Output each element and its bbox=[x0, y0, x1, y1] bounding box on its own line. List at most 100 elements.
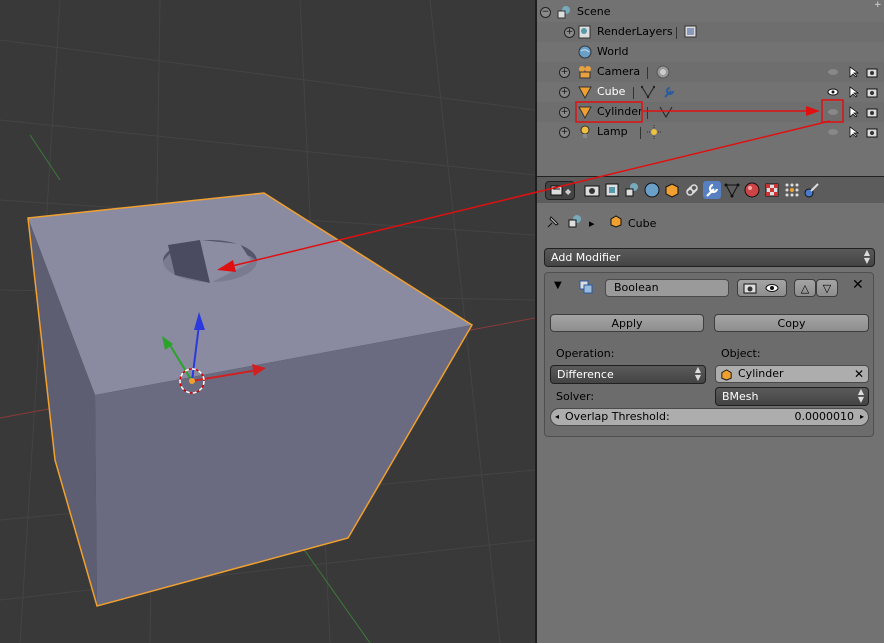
viewport-scene bbox=[0, 0, 535, 643]
outliner-label: Cylinder bbox=[597, 105, 643, 118]
expand-toggle[interactable]: + bbox=[559, 67, 570, 78]
svg-text:◆: ◆ bbox=[565, 187, 572, 196]
physics-tab-icon[interactable] bbox=[803, 181, 821, 199]
selectable-arrow-icon[interactable] bbox=[848, 126, 860, 138]
clear-object-x-icon[interactable]: ✕ bbox=[854, 366, 864, 382]
overlap-value: 0.0000010 bbox=[794, 410, 855, 423]
operation-value: Difference bbox=[557, 368, 614, 381]
operation-label: Operation: bbox=[556, 347, 615, 360]
render-layers-icon bbox=[578, 25, 591, 39]
copy-button[interactable]: Copy bbox=[714, 314, 869, 332]
outliner-row-cube[interactable]: + Cube bbox=[537, 82, 884, 102]
expand-toggle[interactable]: − bbox=[540, 7, 551, 18]
object-label: Object: bbox=[721, 347, 761, 360]
render-layers-tab-icon[interactable] bbox=[603, 181, 621, 199]
mesh-data-icon bbox=[659, 106, 673, 118]
area-corner-icon[interactable]: + bbox=[874, 0, 884, 10]
renderable-camera-icon[interactable] bbox=[866, 86, 878, 98]
texture-tab-icon[interactable] bbox=[763, 181, 781, 199]
render-tab-icon[interactable] bbox=[583, 181, 601, 199]
cube-mesh[interactable] bbox=[27, 192, 474, 607]
select-arrows-icon: ▲ ▼ bbox=[857, 387, 864, 404]
lamp-object-icon bbox=[580, 125, 590, 138]
expand-toggle[interactable]: + bbox=[559, 127, 570, 138]
move-down-button[interactable]: ▽ bbox=[816, 279, 838, 297]
operation-select[interactable]: Difference ▲ ▼ bbox=[550, 365, 706, 384]
outliner-row-scene[interactable]: − Scene bbox=[537, 2, 884, 22]
mesh-data-icon bbox=[641, 85, 655, 99]
modifier-name-input[interactable]: Boolean bbox=[605, 279, 729, 297]
outliner-label: Scene bbox=[577, 5, 611, 18]
modifier-display-toggles bbox=[737, 279, 787, 297]
visibility-eye-icon[interactable] bbox=[827, 106, 839, 118]
object-breadcrumb-icon bbox=[610, 215, 622, 228]
solver-select[interactable]: BMesh ▲ ▼ bbox=[715, 387, 869, 406]
properties-editor[interactable]: ▸ Cube Add Modifier ▲ ▼ ▼ Boolean △ ▽ ✕ A… bbox=[537, 203, 884, 643]
solver-value: BMesh bbox=[722, 390, 759, 403]
visibility-eye-icon[interactable] bbox=[827, 86, 839, 98]
add-modifier-label: Add Modifier bbox=[551, 251, 621, 264]
decrement-arrow-icon[interactable]: ◂ bbox=[555, 409, 559, 425]
viewport-toggle-eye-icon[interactable] bbox=[764, 281, 780, 295]
menu-arrows-icon: ▲ ▼ bbox=[863, 248, 870, 265]
renderable-camera-icon[interactable] bbox=[866, 66, 878, 78]
solver-label: Solver: bbox=[556, 390, 595, 403]
scene-tab-icon[interactable] bbox=[623, 181, 641, 199]
editor-type-menu[interactable]: ◆ bbox=[545, 181, 575, 200]
overlap-threshold-field[interactable]: ◂ Overlap Threshold: 0.0000010 ▸ bbox=[550, 408, 869, 426]
up-arrow-icon: △ bbox=[800, 282, 810, 295]
3d-viewport[interactable] bbox=[0, 0, 535, 643]
camera-data-icon bbox=[656, 65, 670, 79]
boolean-modifier-panel: ▼ Boolean △ ▽ ✕ Apply Copy Operation: Ob… bbox=[544, 272, 874, 437]
outliner-label: Cube bbox=[597, 85, 626, 98]
object-tab-icon[interactable] bbox=[663, 181, 681, 199]
properties-header: ◆ bbox=[537, 176, 884, 204]
collapse-triangle-icon[interactable]: ▼ bbox=[554, 280, 562, 291]
object-field[interactable]: Cylinder ✕ bbox=[715, 365, 869, 383]
selectable-arrow-icon[interactable] bbox=[848, 86, 860, 98]
boolean-modifier-icon bbox=[579, 280, 593, 294]
add-modifier-menu[interactable]: Add Modifier ▲ ▼ bbox=[544, 248, 875, 267]
scene-breadcrumb-icon bbox=[568, 215, 581, 228]
visibility-eye-icon[interactable] bbox=[827, 66, 839, 78]
expand-toggle[interactable]: + bbox=[564, 27, 575, 38]
outliner-label: Camera bbox=[597, 65, 641, 78]
outliner-row-cylinder[interactable]: + Cylinder bbox=[537, 102, 884, 122]
y-axis-line-far bbox=[29, 134, 61, 181]
lamp-data-icon bbox=[647, 125, 661, 139]
modifiers-tab-icon[interactable] bbox=[703, 181, 721, 199]
expand-toggle[interactable]: + bbox=[559, 87, 570, 98]
move-up-button[interactable]: △ bbox=[794, 279, 816, 297]
selectable-arrow-icon[interactable] bbox=[848, 106, 860, 118]
data-tab-icon[interactable] bbox=[723, 181, 741, 199]
remove-modifier-close-icon[interactable]: ✕ bbox=[852, 277, 864, 293]
material-tab-icon[interactable] bbox=[743, 181, 761, 199]
renderable-camera-icon[interactable] bbox=[866, 106, 878, 118]
constraints-tab-icon[interactable] bbox=[683, 181, 701, 199]
down-arrow-icon: ▽ bbox=[822, 282, 832, 295]
particles-tab-icon[interactable] bbox=[783, 181, 801, 199]
selectable-arrow-icon[interactable] bbox=[848, 66, 860, 78]
world-tab-icon[interactable] bbox=[643, 181, 661, 199]
outliner-row-renderlayers[interactable]: + RenderLayers bbox=[537, 22, 884, 42]
outliner-label: World bbox=[597, 45, 629, 58]
world-icon bbox=[578, 45, 592, 59]
render-layer-icon bbox=[684, 25, 697, 38]
increment-arrow-icon[interactable]: ▸ bbox=[860, 409, 864, 425]
render-toggle-camera-icon[interactable] bbox=[742, 281, 758, 295]
outliner-row-camera[interactable]: + Camera bbox=[537, 62, 884, 82]
outliner-row-lamp[interactable]: + Lamp bbox=[537, 122, 884, 142]
apply-button[interactable]: Apply bbox=[550, 314, 704, 332]
object-field-icon bbox=[721, 369, 732, 381]
camera-object-icon bbox=[579, 66, 591, 79]
visibility-eye-icon[interactable] bbox=[827, 126, 839, 138]
renderable-camera-icon[interactable] bbox=[866, 126, 878, 138]
mesh-object-icon bbox=[578, 86, 592, 99]
expand-toggle[interactable]: + bbox=[559, 107, 570, 118]
overlap-label: Overlap Threshold: bbox=[565, 410, 670, 423]
outliner-row-world[interactable]: World bbox=[537, 42, 884, 62]
outliner[interactable]: − Scene + RenderLayers World + Camera + … bbox=[537, 0, 884, 176]
outliner-label: Lamp bbox=[597, 125, 628, 138]
pin-icon[interactable] bbox=[545, 214, 561, 230]
breadcrumb-separator-icon: ▸ bbox=[589, 217, 595, 230]
